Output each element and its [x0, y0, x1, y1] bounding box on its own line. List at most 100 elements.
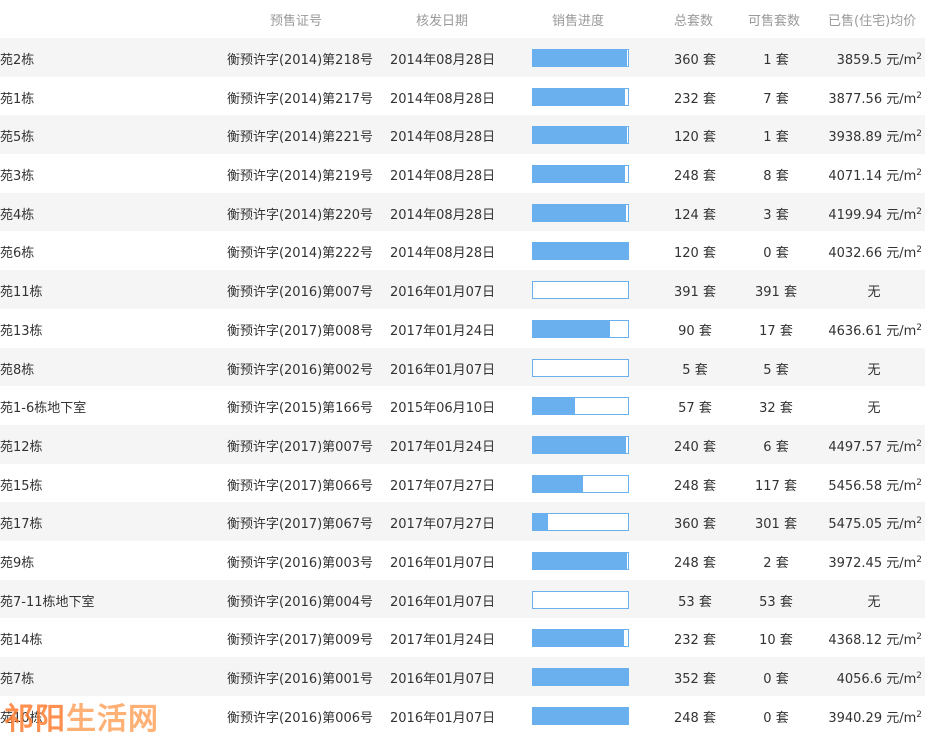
avg-price: 3938.89 元/m2 [828, 126, 922, 145]
avg-price: 5456.58 元/m2 [828, 475, 922, 494]
available-units: 7 套 [763, 91, 789, 107]
avg-price-value: 3972.45 元/m [828, 555, 917, 571]
avg-price-value: 4368.12 元/m [828, 633, 917, 649]
building-name: 苑5栋 [0, 130, 35, 146]
issue-date: 2016年01月07日 [390, 555, 496, 571]
sales-progress-bar [532, 358, 629, 377]
license-number: 衡预许字(2014)第220号 [226, 207, 373, 223]
header-available: 可售套数 [748, 14, 801, 29]
building-name: 苑1-6栋地下室 [0, 401, 87, 417]
price-unit-superscript: 2 [916, 129, 922, 140]
avg-price-value: 4032.66 元/m [828, 246, 917, 262]
issue-date: 2017年01月24日 [390, 633, 496, 649]
avg-price-value: 4199.94 元/m [828, 207, 917, 223]
header-progress: 销售进度 [552, 14, 605, 29]
price-unit-superscript: 2 [916, 90, 922, 101]
sales-progress-bar [532, 281, 629, 300]
price-unit-superscript: 2 [916, 554, 922, 565]
sales-progress-bar [532, 126, 629, 145]
license-number: 衡预许字(2015)第166号 [226, 401, 373, 417]
price-unit-superscript: 2 [916, 52, 922, 62]
avg-price-none: 无 [867, 285, 881, 301]
price-unit-superscript: 2 [916, 477, 922, 488]
table-row: 苑7-11栋地下室 衡预许字(2016)第004号 2016年01月07日 53 套5… [0, 579, 925, 619]
sales-progress-fill [533, 552, 628, 569]
license-number: 衡预许字(2017)第009号 [226, 633, 373, 649]
building-name: 苑7栋 [0, 672, 35, 687]
building-name: 苑2栋 [0, 53, 35, 68]
building-name: 苑7-11栋地下室 [0, 594, 95, 610]
sales-progress-bar [532, 319, 629, 338]
avg-price-value: 3877.56 元/m [828, 91, 917, 107]
sales-progress-bar [532, 513, 629, 532]
avg-price-none: 无 [867, 594, 881, 610]
sales-progress-bar [532, 49, 629, 67]
license-number: 衡预许字(2017)第007号 [226, 439, 373, 455]
price-unit-superscript: 2 [916, 671, 922, 681]
sales-progress-fill [533, 398, 575, 415]
license-number: 衡预许字(2017)第066号 [226, 478, 373, 494]
presale-table-body: 苑2栋 衡预许字(2014)第218号 2014年08月28日 360 套1 套 385… [0, 38, 925, 734]
available-units: 10 套 [759, 633, 793, 649]
avg-price: 3940.29 元/m2 [828, 707, 922, 726]
license-number: 衡预许字(2017)第008号 [226, 323, 373, 339]
license-number: 衡预许字(2014)第221号 [226, 130, 373, 146]
price-unit-superscript: 2 [916, 245, 922, 256]
issue-date: 2017年07月27日 [390, 478, 496, 494]
sales-progress-bar [532, 87, 629, 106]
issue-date: 2016年01月07日 [390, 285, 496, 301]
avg-price-value: 4636.61 元/m [828, 323, 917, 339]
table-row: 苑7栋 衡预许字(2016)第001号 2016年01月07日 352 套0 套 405… [0, 657, 925, 696]
sales-progress-bar [532, 397, 629, 416]
header-license: 预售证号 [270, 14, 323, 29]
table-row: 苑4栋 衡预许字(2014)第220号 2014年08月28日 124 套3 套 419… [0, 192, 925, 232]
sales-progress-fill [533, 166, 626, 183]
sales-progress-bar [532, 242, 629, 261]
site-watermark-logo: 祁阳生活网 [4, 702, 159, 737]
avg-price-value: 3859.5 元/m [836, 53, 917, 68]
issue-date: 2014年08月28日 [390, 53, 496, 68]
sales-progress-fill [533, 88, 626, 105]
sales-progress-fill [533, 243, 628, 260]
issue-date: 2016年01月07日 [390, 594, 496, 610]
sales-progress-bar [532, 435, 629, 454]
sales-progress-bar [532, 668, 629, 686]
avg-price: 3859.5 元/m2 [837, 49, 922, 68]
license-number: 衡预许字(2017)第067号 [226, 517, 373, 533]
avg-price: 4032.66 元/m2 [828, 242, 922, 261]
available-units: 32 套 [759, 401, 793, 417]
available-units: 0 套 [763, 672, 789, 687]
sales-progress-bar [532, 474, 629, 493]
building-name: 苑4栋 [0, 207, 35, 223]
building-name: 苑15栋 [0, 478, 43, 494]
avg-price-value: 4056.6 元/m [836, 672, 917, 687]
table-row: 苑11栋 衡预许字(2016)第007号 2016年01月07日 391 套 391 套… [0, 270, 925, 309]
price-unit-superscript: 2 [916, 632, 922, 643]
issue-date: 2014年08月28日 [390, 91, 496, 107]
license-number: 衡预许字(2016)第002号 [226, 362, 373, 378]
header-avg-price: 已售(住宅)均价 [828, 14, 917, 29]
table-row: 苑5栋 衡预许字(2014)第221号 2014年08月28日 120 套1 套 393… [0, 115, 925, 155]
building-name: 苑12栋 [0, 439, 43, 455]
table-row: 苑12栋 衡预许字(2017)第007号 2017年01月24日 240 套6 套 44… [0, 424, 925, 464]
header-total: 总套数 [674, 14, 714, 29]
table-row: 苑8栋 衡预许字(2016)第002号 2016年01月07日 5 套5 套无 [0, 347, 925, 387]
avg-price-value: 4497.57 元/m [828, 439, 917, 455]
issue-date: 2014年08月28日 [390, 207, 496, 223]
price-unit-superscript: 2 [916, 516, 922, 527]
table-header: 预售证号 核发日期 销售进度 总套数 可售套数 已售(住宅)均价 [0, 0, 925, 38]
price-unit-superscript: 2 [916, 168, 922, 179]
building-name: 苑17栋 [0, 517, 43, 533]
avg-price: 4497.57 元/m2 [828, 436, 922, 455]
sales-progress-fill [533, 50, 628, 66]
available-units: 0 套 [763, 710, 789, 726]
available-units: 53 套 [759, 594, 793, 610]
building-name: 苑9栋 [0, 555, 35, 571]
issue-date: 2016年01月07日 [390, 672, 496, 687]
available-units: 391 套 [755, 285, 797, 301]
issue-date: 2017年07月27日 [390, 517, 496, 533]
avg-price: 4056.6 元/m2 [837, 668, 922, 687]
available-units: 0 套 [763, 246, 789, 262]
avg-price: 4199.94 元/m2 [828, 204, 922, 223]
building-name: 苑6栋 [0, 246, 35, 262]
